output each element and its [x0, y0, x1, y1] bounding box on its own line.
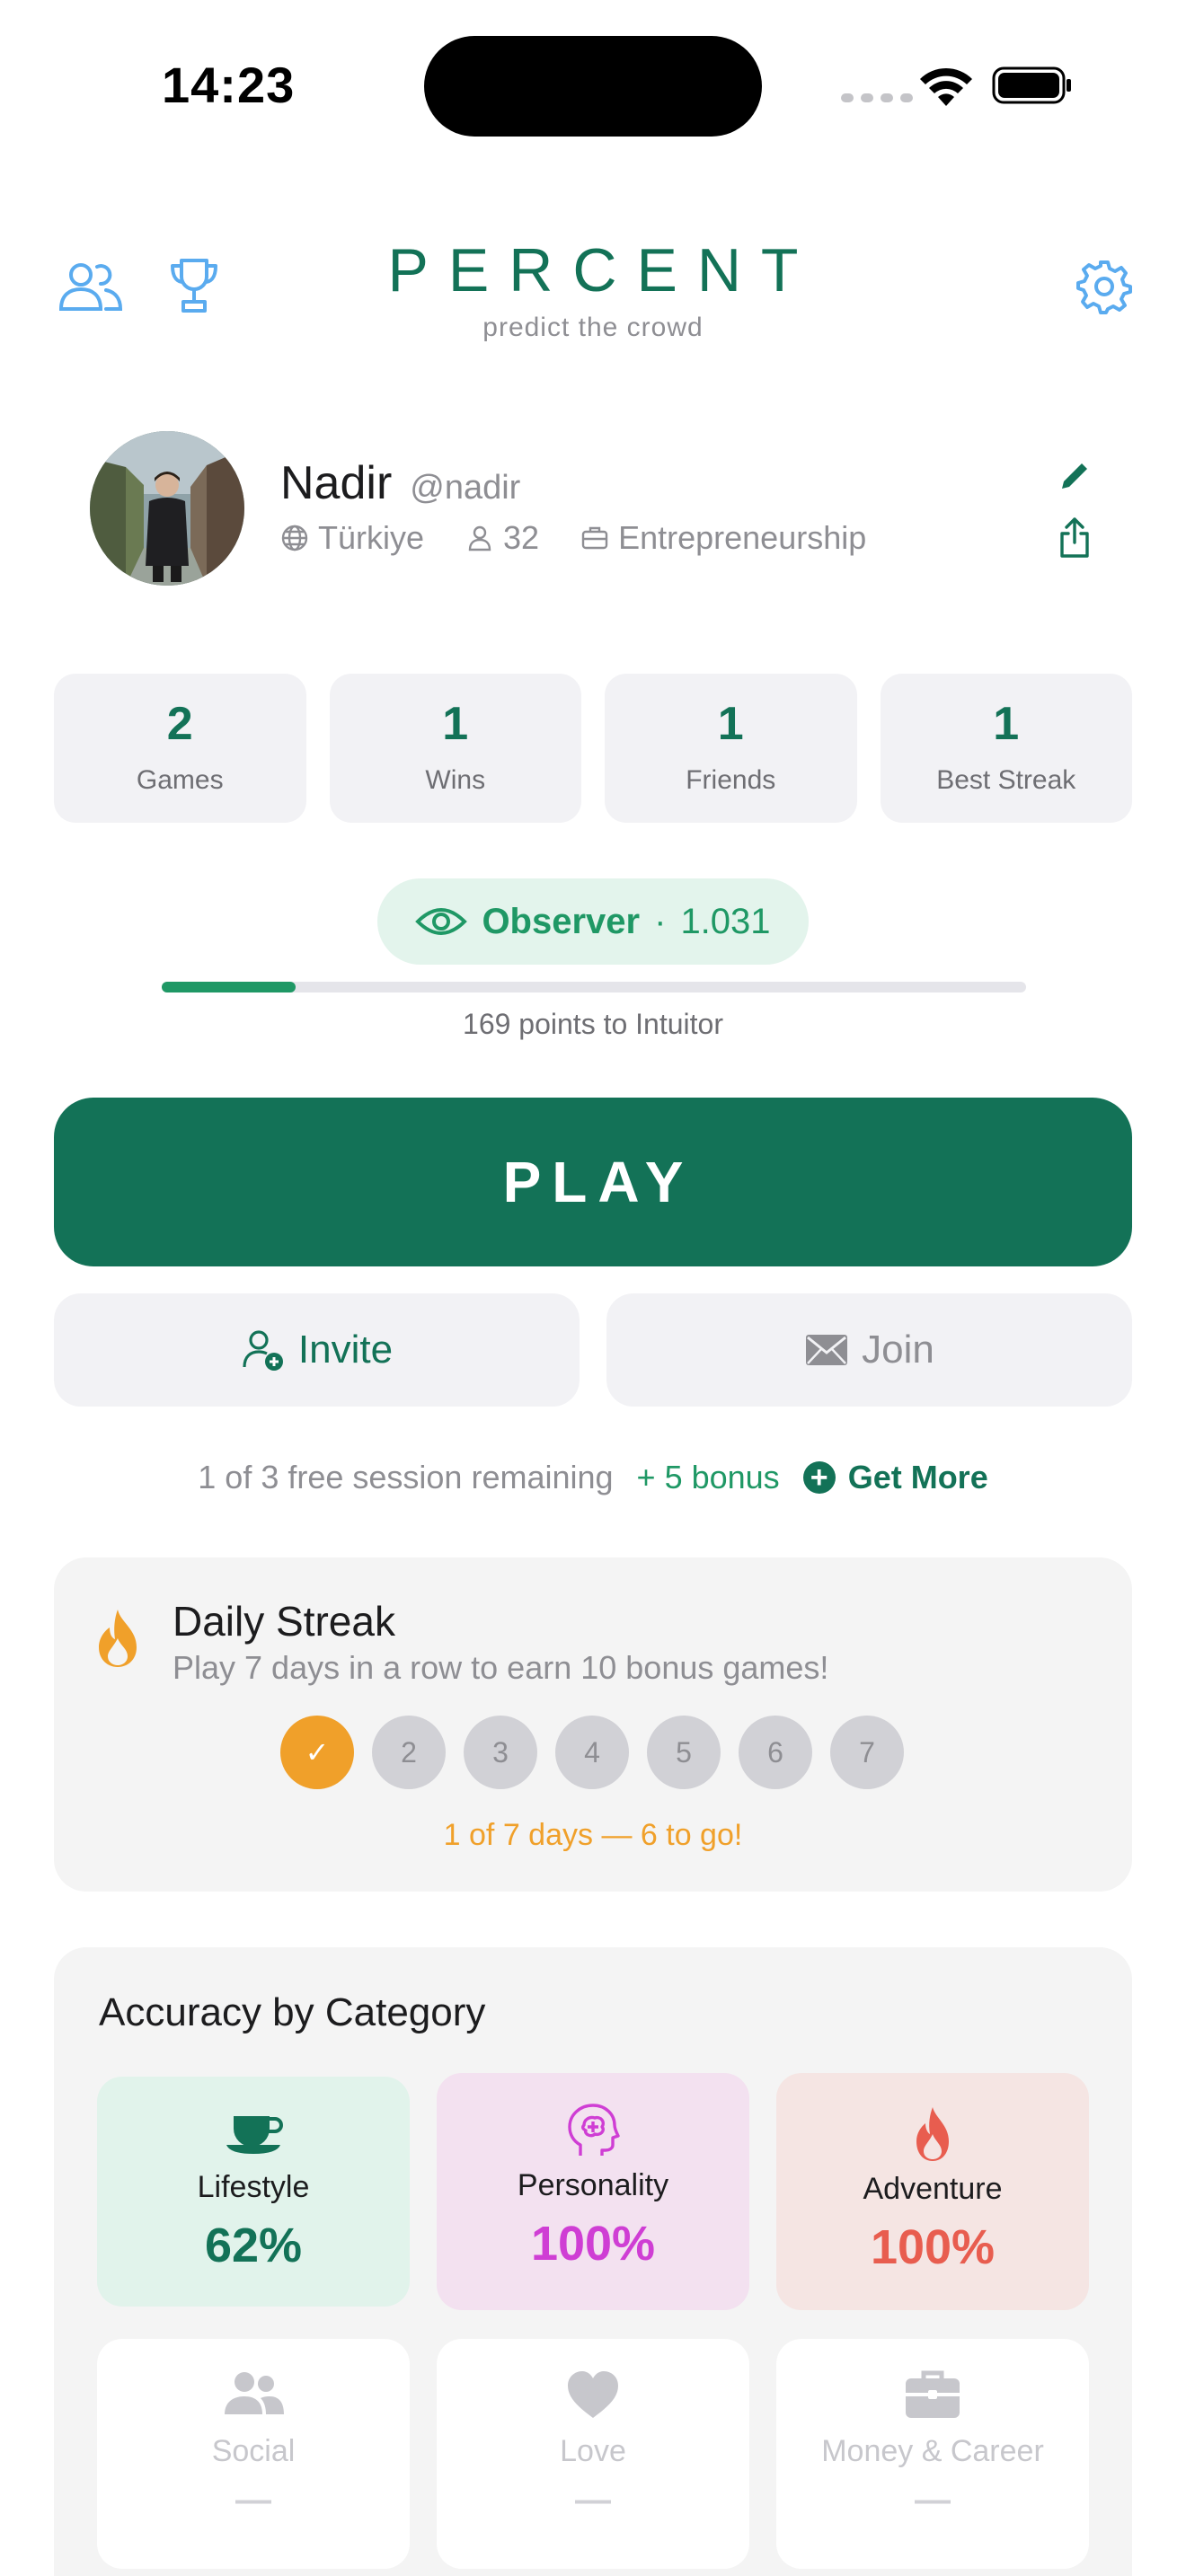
- category-name: Social: [211, 2434, 296, 2468]
- category-money-career[interactable]: Money & Career —: [776, 2339, 1089, 2569]
- streak-title: Daily Streak: [173, 1598, 395, 1645]
- flame-icon: [916, 2107, 949, 2161]
- rank-separator: ·: [654, 901, 667, 941]
- category-value: 100%: [530, 2217, 656, 2271]
- stat-value: 1: [442, 698, 469, 750]
- category-value: —: [915, 2480, 951, 2519]
- stat-games[interactable]: 2 Games: [54, 674, 306, 823]
- streak-day-2: 2: [372, 1716, 446, 1789]
- add-person-icon: [243, 1330, 283, 1371]
- status-time: 14:23: [162, 57, 296, 113]
- category-value: 62%: [204, 2219, 303, 2272]
- app-tagline: predict the crowd: [482, 313, 704, 342]
- streak-day-6: 6: [739, 1716, 812, 1789]
- rank-progress-bar: [162, 982, 1026, 992]
- bonus-text: + 5 bonus: [636, 1459, 780, 1495]
- heart-icon: [568, 2371, 618, 2418]
- category-name: Lifestyle: [197, 2170, 310, 2204]
- profile-country: Türkiye: [318, 519, 425, 556]
- rank-name: Observer: [482, 901, 641, 941]
- profile-age: 32: [503, 519, 540, 556]
- brain-head-icon: [568, 2104, 620, 2156]
- status-bar: 14:23: [0, 0, 1186, 171]
- category-name: Money & Career: [821, 2434, 1044, 2468]
- plus-circle-icon: +: [802, 1461, 836, 1494]
- get-more-label: Get More: [847, 1459, 988, 1495]
- streak-day-5: 5: [647, 1716, 721, 1789]
- stat-value: 1: [993, 698, 1020, 750]
- streak-subtitle: Play 7 days in a row to earn 10 bonus ga…: [173, 1649, 829, 1686]
- profile-handle: @nadir: [410, 469, 521, 507]
- globe-icon: [281, 525, 308, 551]
- cellular-signal-icon: [841, 93, 913, 102]
- people-icon: [225, 2372, 284, 2414]
- person-icon: [468, 525, 491, 551]
- brand-header: PERCENT predict the crowd: [0, 235, 1186, 343]
- streak-day-1: ✓: [280, 1716, 354, 1789]
- stat-label: Best Streak: [936, 765, 1076, 795]
- dynamic-island: [424, 36, 762, 137]
- stat-value: 1: [717, 698, 744, 750]
- join-label: Join: [862, 1328, 934, 1372]
- category-name: Love: [560, 2434, 626, 2468]
- profile-name: Nadir: [280, 457, 393, 509]
- stat-friends[interactable]: 1 Friends: [605, 674, 857, 823]
- category-love[interactable]: Love —: [437, 2339, 749, 2569]
- rank-badge[interactable]: Observer · 1.031: [377, 878, 809, 965]
- accuracy-card: Accuracy by Category Lifestyle 62% Perso…: [54, 1947, 1132, 2576]
- gear-icon[interactable]: [1076, 259, 1132, 314]
- coffee-cup-icon: [226, 2116, 283, 2154]
- daily-streak-card: Daily Streak Play 7 days in a row to ear…: [54, 1557, 1132, 1892]
- stat-value: 2: [166, 698, 193, 750]
- category-value: —: [235, 2480, 271, 2519]
- wifi-icon: [920, 67, 972, 106]
- get-more-button[interactable]: + Get More: [802, 1459, 988, 1496]
- category-social[interactable]: Social —: [97, 2339, 410, 2569]
- avatar[interactable]: [90, 431, 244, 586]
- streak-days: ✓ 2 3 4 5 6 7: [280, 1716, 904, 1789]
- category-value: —: [575, 2480, 611, 2519]
- rank-points: 1.031: [680, 901, 771, 941]
- streak-day-4: 4: [555, 1716, 629, 1789]
- play-button[interactable]: PLAY: [54, 1098, 1132, 1266]
- accuracy-title: Accuracy by Category: [99, 1990, 486, 2034]
- streak-day-3: 3: [464, 1716, 537, 1789]
- profile-name-row: Nadir @nadir: [280, 456, 520, 510]
- share-icon[interactable]: [1057, 516, 1093, 559]
- app-title: PERCENT: [387, 236, 819, 304]
- briefcase-icon: [906, 2370, 960, 2418]
- invite-button[interactable]: Invite: [54, 1293, 580, 1407]
- eye-icon: [415, 908, 468, 935]
- category-adventure[interactable]: Adventure 100%: [776, 2073, 1089, 2310]
- stat-label: Games: [136, 765, 224, 795]
- stat-best-streak[interactable]: 1 Best Streak: [880, 674, 1132, 823]
- streak-day-7: 7: [830, 1716, 904, 1789]
- streak-progress-text: 1 of 7 days — 6 to go!: [443, 1818, 743, 1852]
- stat-label: Wins: [425, 765, 486, 795]
- category-lifestyle[interactable]: Lifestyle 62%: [97, 2077, 410, 2307]
- envelope-icon: [806, 1335, 848, 1365]
- battery-icon: [992, 66, 1071, 104]
- secondary-actions: Invite Join: [54, 1293, 1132, 1407]
- rank-progress-text: 169 points to Intuitor: [463, 1008, 723, 1040]
- category-personality[interactable]: Personality 100%: [437, 2073, 749, 2310]
- free-sessions-text: 1 of 3 free session remaining: [198, 1459, 614, 1495]
- invite-label: Invite: [297, 1328, 394, 1372]
- category-value: 100%: [870, 2220, 996, 2274]
- flame-icon: [99, 1610, 137, 1667]
- briefcase-icon: [581, 526, 608, 550]
- rank-progress-fill: [162, 982, 296, 992]
- stat-wins[interactable]: 1 Wins: [329, 674, 581, 823]
- edit-pencil-icon[interactable]: [1057, 458, 1093, 494]
- join-button[interactable]: Join: [606, 1293, 1132, 1407]
- profile-occupation: Entrepreneurship: [618, 519, 867, 556]
- category-name: Personality: [517, 2168, 669, 2202]
- stat-label: Friends: [686, 765, 776, 795]
- session-info: 1 of 3 free session remaining + 5 bonus …: [0, 1459, 1186, 1496]
- stats-row: 2 Games 1 Wins 1 Friends 1 Best Streak: [54, 674, 1132, 823]
- profile-meta: Türkiye 32 Entrepreneurship: [280, 519, 866, 557]
- category-name: Adventure: [863, 2172, 1003, 2206]
